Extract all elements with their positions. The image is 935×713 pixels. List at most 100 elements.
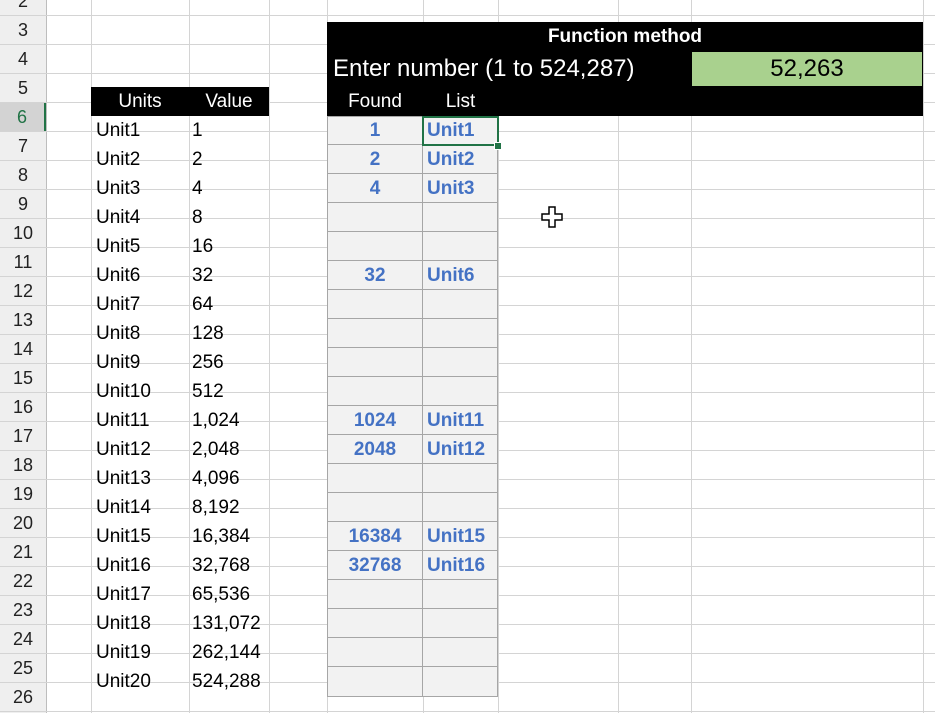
unit-value-cell[interactable]: 2 — [192, 145, 268, 174]
found-cell[interactable] — [327, 290, 423, 319]
number-input-cell[interactable]: 52,263 — [692, 52, 922, 86]
row-number[interactable]: 4 — [0, 45, 46, 74]
fill-handle[interactable] — [494, 142, 502, 150]
row-number[interactable]: 20 — [0, 509, 46, 538]
list-cell[interactable] — [427, 348, 497, 377]
unit-name-cell[interactable]: Unit8 — [96, 319, 188, 348]
row-number[interactable]: 21 — [0, 538, 46, 567]
list-cell[interactable]: Unit2 — [427, 145, 497, 174]
list-cell[interactable] — [427, 609, 497, 638]
list-cell[interactable] — [427, 464, 497, 493]
row-number[interactable]: 26 — [0, 683, 46, 712]
found-cell[interactable] — [327, 493, 423, 522]
row-number[interactable]: 22 — [0, 567, 46, 596]
row-number[interactable]: 23 — [0, 596, 46, 625]
unit-value-cell[interactable]: 256 — [192, 348, 268, 377]
list-cell[interactable]: Unit16 — [427, 551, 497, 580]
row-number[interactable]: 17 — [0, 422, 46, 451]
row-number[interactable]: 15 — [0, 364, 46, 393]
unit-name-cell[interactable]: Unit13 — [96, 464, 188, 493]
unit-name-cell[interactable]: Unit4 — [96, 203, 188, 232]
row-number[interactable]: 8 — [0, 161, 46, 190]
unit-name-cell[interactable]: Unit1 — [96, 116, 188, 145]
unit-value-cell[interactable]: 32 — [192, 261, 268, 290]
row-number[interactable]: 11 — [0, 248, 46, 277]
found-cell[interactable]: 1024 — [327, 406, 423, 435]
found-cell[interactable] — [327, 377, 423, 406]
list-cell[interactable]: Unit11 — [427, 406, 497, 435]
unit-name-cell[interactable]: Unit17 — [96, 580, 188, 609]
unit-name-cell[interactable]: Unit19 — [96, 638, 188, 667]
unit-value-cell[interactable]: 8 — [192, 203, 268, 232]
unit-value-cell[interactable]: 64 — [192, 290, 268, 319]
found-cell[interactable] — [327, 203, 423, 232]
unit-value-cell[interactable]: 8,192 — [192, 493, 268, 522]
list-cell[interactable] — [427, 203, 497, 232]
found-cell[interactable]: 2 — [327, 145, 423, 174]
found-cell[interactable] — [327, 348, 423, 377]
row-number[interactable]: 3 — [0, 16, 46, 45]
list-cell[interactable] — [427, 580, 497, 609]
found-cell[interactable]: 32 — [327, 261, 423, 290]
unit-value-cell[interactable]: 65,536 — [192, 580, 268, 609]
row-number[interactable]: 25 — [0, 654, 46, 683]
found-cell[interactable] — [327, 319, 423, 348]
list-cell[interactable] — [427, 290, 497, 319]
unit-value-cell[interactable]: 512 — [192, 377, 268, 406]
unit-value-cell[interactable]: 262,144 — [192, 638, 268, 667]
unit-name-cell[interactable]: Unit10 — [96, 377, 188, 406]
unit-name-cell[interactable]: Unit11 — [96, 406, 188, 435]
found-cell[interactable] — [327, 609, 423, 638]
list-cell[interactable] — [427, 493, 497, 522]
found-cell[interactable]: 2048 — [327, 435, 423, 464]
row-number[interactable]: 5 — [0, 74, 46, 103]
unit-value-cell[interactable]: 32,768 — [192, 551, 268, 580]
found-cell[interactable] — [327, 232, 423, 261]
unit-value-cell[interactable]: 4 — [192, 174, 268, 203]
row-number[interactable]: 10 — [0, 219, 46, 248]
unit-name-cell[interactable]: Unit15 — [96, 522, 188, 551]
unit-value-cell[interactable]: 1 — [192, 116, 268, 145]
unit-value-cell[interactable]: 524,288 — [192, 667, 268, 696]
list-cell[interactable] — [427, 638, 497, 667]
unit-value-cell[interactable]: 4,096 — [192, 464, 268, 493]
list-cell[interactable]: Unit15 — [427, 522, 497, 551]
row-number[interactable]: 18 — [0, 451, 46, 480]
row-number[interactable]: 9 — [0, 190, 46, 219]
found-cell[interactable] — [327, 464, 423, 493]
unit-name-cell[interactable]: Unit20 — [96, 667, 188, 696]
row-number[interactable]: 24 — [0, 625, 46, 654]
row-number[interactable]: 14 — [0, 335, 46, 364]
found-cell[interactable]: 16384 — [327, 522, 423, 551]
unit-name-cell[interactable]: Unit9 — [96, 348, 188, 377]
unit-value-cell[interactable]: 128 — [192, 319, 268, 348]
list-cell[interactable] — [427, 232, 497, 261]
active-cell-selection[interactable] — [422, 116, 499, 146]
list-cell[interactable]: Unit12 — [427, 435, 497, 464]
row-number[interactable]: 13 — [0, 306, 46, 335]
unit-name-cell[interactable]: Unit12 — [96, 435, 188, 464]
row-number[interactable]: 7 — [0, 132, 46, 161]
found-cell[interactable]: 4 — [327, 174, 423, 203]
row-number[interactable]: 6 — [0, 103, 46, 132]
list-cell[interactable] — [427, 667, 497, 696]
list-cell[interactable] — [427, 377, 497, 406]
unit-value-cell[interactable]: 1,024 — [192, 406, 268, 435]
unit-value-cell[interactable]: 2,048 — [192, 435, 268, 464]
found-cell[interactable] — [327, 638, 423, 667]
unit-name-cell[interactable]: Unit14 — [96, 493, 188, 522]
unit-name-cell[interactable]: Unit7 — [96, 290, 188, 319]
unit-value-cell[interactable]: 131,072 — [192, 609, 268, 638]
unit-name-cell[interactable]: Unit16 — [96, 551, 188, 580]
row-number[interactable]: 2 — [0, 0, 46, 16]
found-cell[interactable] — [327, 580, 423, 609]
unit-name-cell[interactable]: Unit3 — [96, 174, 188, 203]
found-cell[interactable]: 1 — [327, 116, 423, 145]
unit-name-cell[interactable]: Unit6 — [96, 261, 188, 290]
unit-name-cell[interactable]: Unit5 — [96, 232, 188, 261]
spreadsheet-grid[interactable]: 2 3 4 5 6 7 8 9 10 11 12 13 14 15 16 17 18 19 20 21 22 23 24 25… — [0, 0, 935, 713]
list-cell[interactable]: Unit6 — [427, 261, 497, 290]
unit-value-cell[interactable]: 16,384 — [192, 522, 268, 551]
unit-name-cell[interactable]: Unit18 — [96, 609, 188, 638]
found-cell[interactable] — [327, 667, 423, 696]
